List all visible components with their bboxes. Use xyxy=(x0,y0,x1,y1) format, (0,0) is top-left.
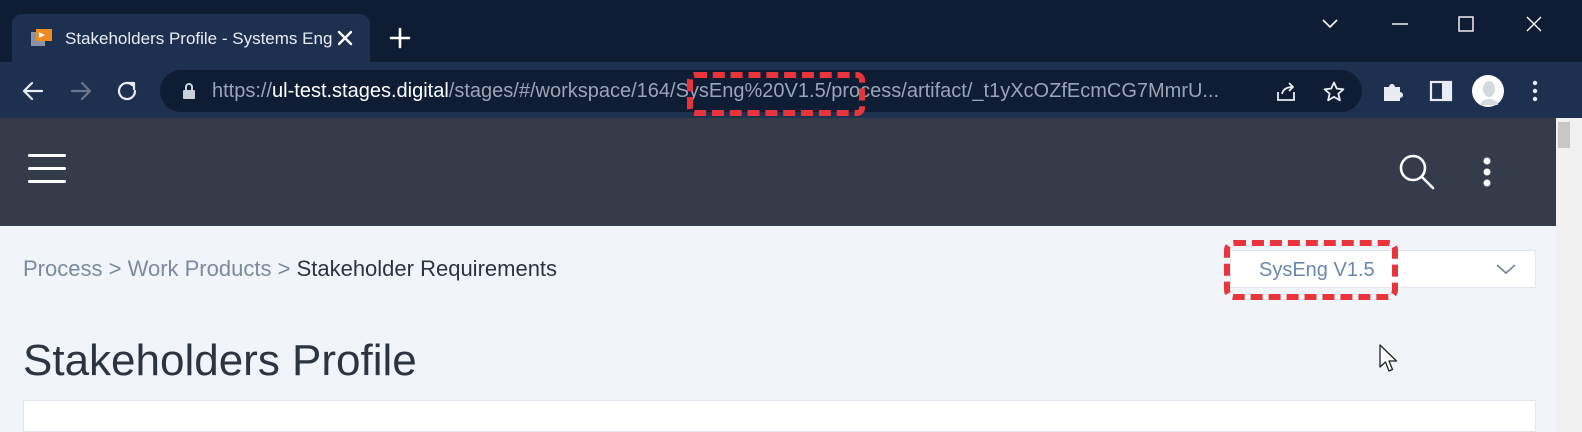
tab-search-icon[interactable] xyxy=(1316,10,1344,38)
close-icon[interactable] xyxy=(1520,10,1548,38)
stages-favicon-icon xyxy=(31,29,52,46)
hamburger-menu-icon[interactable] xyxy=(28,154,66,184)
side-panel-icon[interactable] xyxy=(1428,78,1454,104)
url-version-highlight xyxy=(687,72,865,116)
lock-icon[interactable] xyxy=(182,82,196,100)
share-icon[interactable] xyxy=(1274,80,1298,104)
url-scheme: https:// xyxy=(212,80,273,102)
profile-avatar[interactable] xyxy=(1472,75,1504,107)
extensions-icon[interactable] xyxy=(1380,78,1406,104)
browser-tab[interactable]: Stakeholders Profile - Systems Engineeri… xyxy=(12,14,370,62)
kebab-menu-icon[interactable] xyxy=(1478,156,1496,188)
chevron-down-icon xyxy=(1496,264,1516,275)
tab-title: Stakeholders Profile - Systems Engineeri… xyxy=(65,29,333,48)
page-title: Stakeholders Profile xyxy=(23,336,417,385)
breadcrumb-separator: > xyxy=(277,256,291,281)
bookmark-star-icon[interactable] xyxy=(1322,80,1346,104)
breadcrumb-current: Stakeholder Requirements xyxy=(296,256,558,281)
reload-icon[interactable] xyxy=(114,78,140,104)
breadcrumb-link-work-products[interactable]: Work Products xyxy=(128,256,272,281)
mouse-cursor-icon xyxy=(1379,344,1398,372)
profile-person-icon xyxy=(1480,81,1498,105)
minimize-icon[interactable] xyxy=(1386,10,1414,38)
forward-icon[interactable] xyxy=(68,78,94,104)
scrollbar-thumb[interactable] xyxy=(1558,122,1570,148)
screen: Stakeholders Profile - Systems Engineeri… xyxy=(0,0,1582,432)
breadcrumb-separator: > xyxy=(108,256,122,281)
tab-close-icon[interactable] xyxy=(334,27,356,49)
maximize-icon[interactable] xyxy=(1452,10,1480,38)
app-header xyxy=(0,118,1556,226)
version-select-highlight xyxy=(1224,240,1398,300)
back-icon[interactable] xyxy=(20,78,46,104)
plus-icon[interactable] xyxy=(388,26,412,50)
search-icon[interactable] xyxy=(1396,152,1436,192)
page-scrollbar[interactable] xyxy=(1556,118,1582,432)
menu-icon[interactable] xyxy=(1522,78,1548,104)
browser-tabstrip: Stakeholders Profile - Systems Engineeri… xyxy=(0,0,1582,62)
url-host: ul-test.stages.digital xyxy=(272,80,449,102)
breadcrumb-link-process[interactable]: Process xyxy=(23,256,102,281)
content-card xyxy=(23,400,1536,432)
breadcrumb: Process > Work Products > Stakeholder Re… xyxy=(23,255,557,283)
